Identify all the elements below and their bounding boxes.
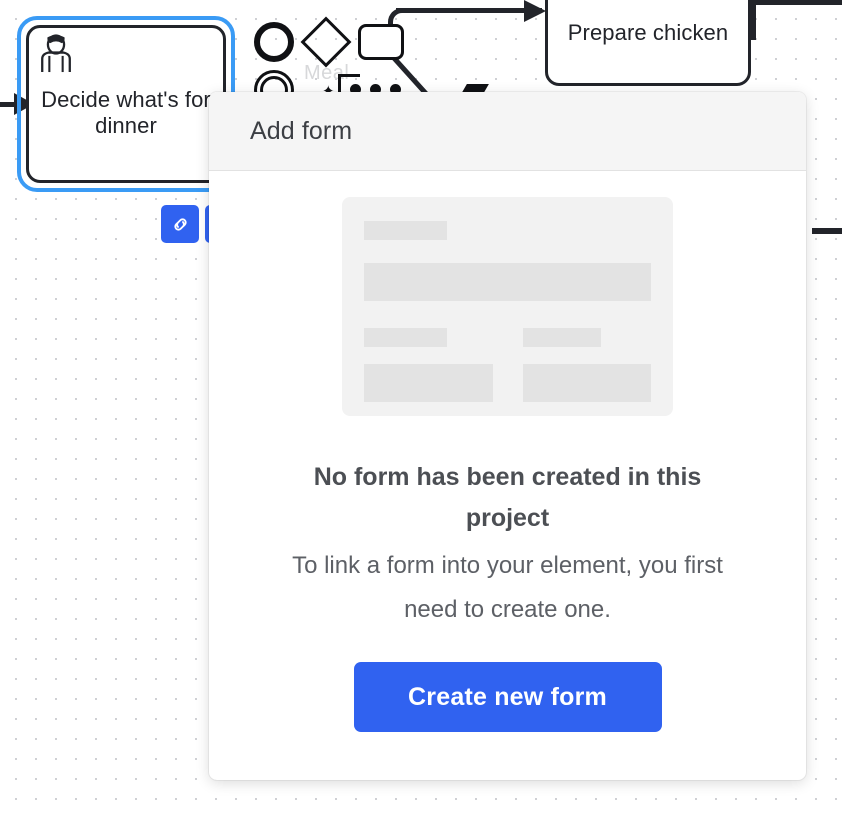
- skeleton-row-labels: [364, 328, 651, 402]
- start-event-icon[interactable]: [254, 22, 294, 62]
- dialog-body: No form has been created in this project…: [209, 171, 806, 780]
- gateway-icon[interactable]: [301, 17, 352, 68]
- create-new-form-button[interactable]: Create new form: [354, 662, 662, 732]
- connector-chicken-outgoing-vertical: [751, 0, 756, 40]
- connector-right-edge: [812, 228, 842, 234]
- task-node-decide[interactable]: Decide what's for dinner: [26, 25, 226, 183]
- element-palette[interactable]: Meal ✦: [250, 12, 440, 102]
- task-node-decide-label: Decide what's for dinner: [41, 87, 211, 139]
- dialog-header: Add form: [209, 92, 806, 171]
- task-node-chicken-label: Prepare chicken: [568, 20, 728, 46]
- skeleton-col-left: [364, 328, 493, 402]
- skeleton-label-3: [523, 328, 601, 347]
- arrowhead-to-chicken: [524, 0, 546, 22]
- chain-link-icon: [170, 214, 191, 235]
- skeleton-input-1: [364, 263, 651, 301]
- skeleton-label-2: [364, 328, 447, 347]
- skeleton-input-3: [523, 364, 652, 402]
- user-task-icon: [37, 34, 75, 74]
- form-skeleton-illustration: [342, 197, 673, 416]
- connector-chicken-outgoing-horizontal: [756, 0, 842, 5]
- skeleton-input-2: [364, 364, 493, 402]
- link-form-button[interactable]: [161, 205, 199, 243]
- empty-state-subtitle: To link a form into your element, you fi…: [278, 544, 738, 632]
- add-form-dialog: Add form No form has been created in thi…: [209, 92, 806, 780]
- skeleton-col-right: [523, 328, 652, 402]
- dialog-title: Add form: [250, 117, 352, 146]
- task-icon[interactable]: [358, 24, 404, 60]
- task-node-chicken[interactable]: Prepare chicken: [545, 0, 751, 86]
- empty-state-title: No form has been created in this project: [288, 457, 728, 538]
- skeleton-label-1: [364, 221, 447, 240]
